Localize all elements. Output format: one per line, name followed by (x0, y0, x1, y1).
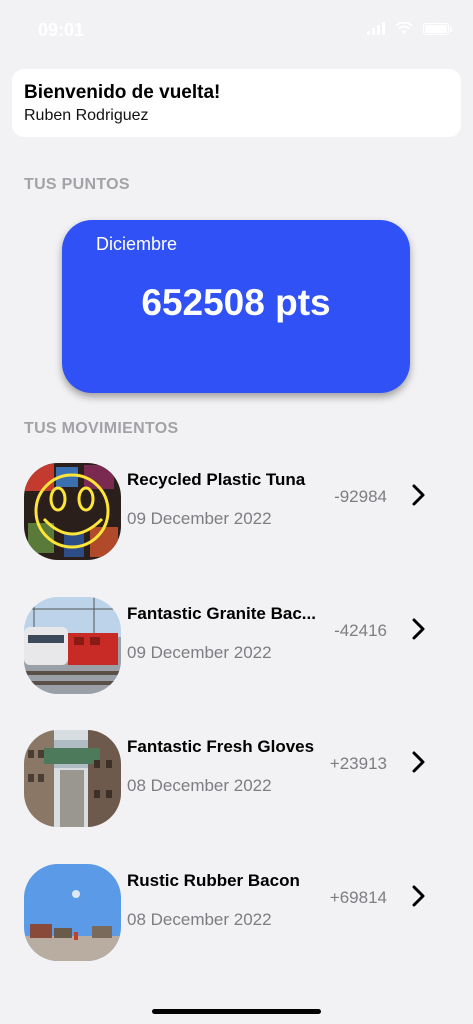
movement-date: 09 December 2022 (127, 509, 272, 528)
movement-item[interactable]: Fantastic Granite Bac... 09 December 202… (24, 597, 449, 695)
movement-item[interactable]: Recycled Plastic Tuna 09 December 2022 -… (24, 463, 449, 561)
points-month: Diciembre (96, 234, 178, 254)
chevron-right-icon[interactable] (410, 483, 428, 507)
status-bar: 09:01 (0, 0, 473, 60)
chevron-right-icon[interactable] (410, 750, 428, 774)
welcome-title: Bienvenido de vuelta! (24, 82, 221, 103)
movement-date: 09 December 2022 (127, 643, 272, 662)
home-indicator[interactable] (152, 1009, 321, 1014)
points-card[interactable]: Diciembre 652508 pts (62, 220, 410, 393)
movement-title: Fantastic Fresh Gloves (127, 737, 315, 756)
movement-amount: +23913 (329, 754, 387, 773)
movement-amount: -42416 (334, 621, 387, 640)
welcome-card: Bienvenido de vuelta! Ruben Rodriguez (12, 69, 461, 137)
movement-amount: -92984 (334, 487, 387, 506)
status-icons (367, 22, 452, 35)
train-image (24, 597, 121, 694)
movement-date: 08 December 2022 (127, 776, 272, 795)
movement-date: 08 December 2022 (127, 910, 272, 929)
points-value: 652508 pts (141, 282, 331, 323)
battery-icon (423, 22, 452, 35)
movement-item[interactable]: Fantastic Fresh Gloves 08 December 2022 … (24, 730, 449, 828)
movement-title: Recycled Plastic Tuna (127, 470, 306, 489)
neon-smiley-image (24, 463, 121, 560)
movements-section-label: TUS MOVIMIENTOS (24, 420, 179, 437)
cellular-signal-icon (367, 22, 385, 35)
points-section-label: TUS PUNTOS (24, 176, 130, 193)
sky-beach-image (24, 864, 121, 961)
chevron-right-icon[interactable] (410, 617, 428, 641)
movement-title: Fantastic Granite Bac... (127, 604, 316, 623)
movement-item[interactable]: Rustic Rubber Bacon 08 December 2022 +69… (24, 864, 449, 962)
movement-title: Rustic Rubber Bacon (127, 871, 300, 890)
app-screen: 09:01 Bienvenido de vuelta! Ruben Rodrig… (0, 0, 473, 1024)
city-buildings-image (24, 730, 121, 827)
chevron-right-icon[interactable] (410, 884, 428, 908)
movement-amount: +69814 (329, 888, 387, 907)
status-time: 09:01 (38, 20, 85, 40)
user-name: Ruben Rodriguez (24, 107, 149, 124)
wifi-icon (395, 22, 413, 34)
